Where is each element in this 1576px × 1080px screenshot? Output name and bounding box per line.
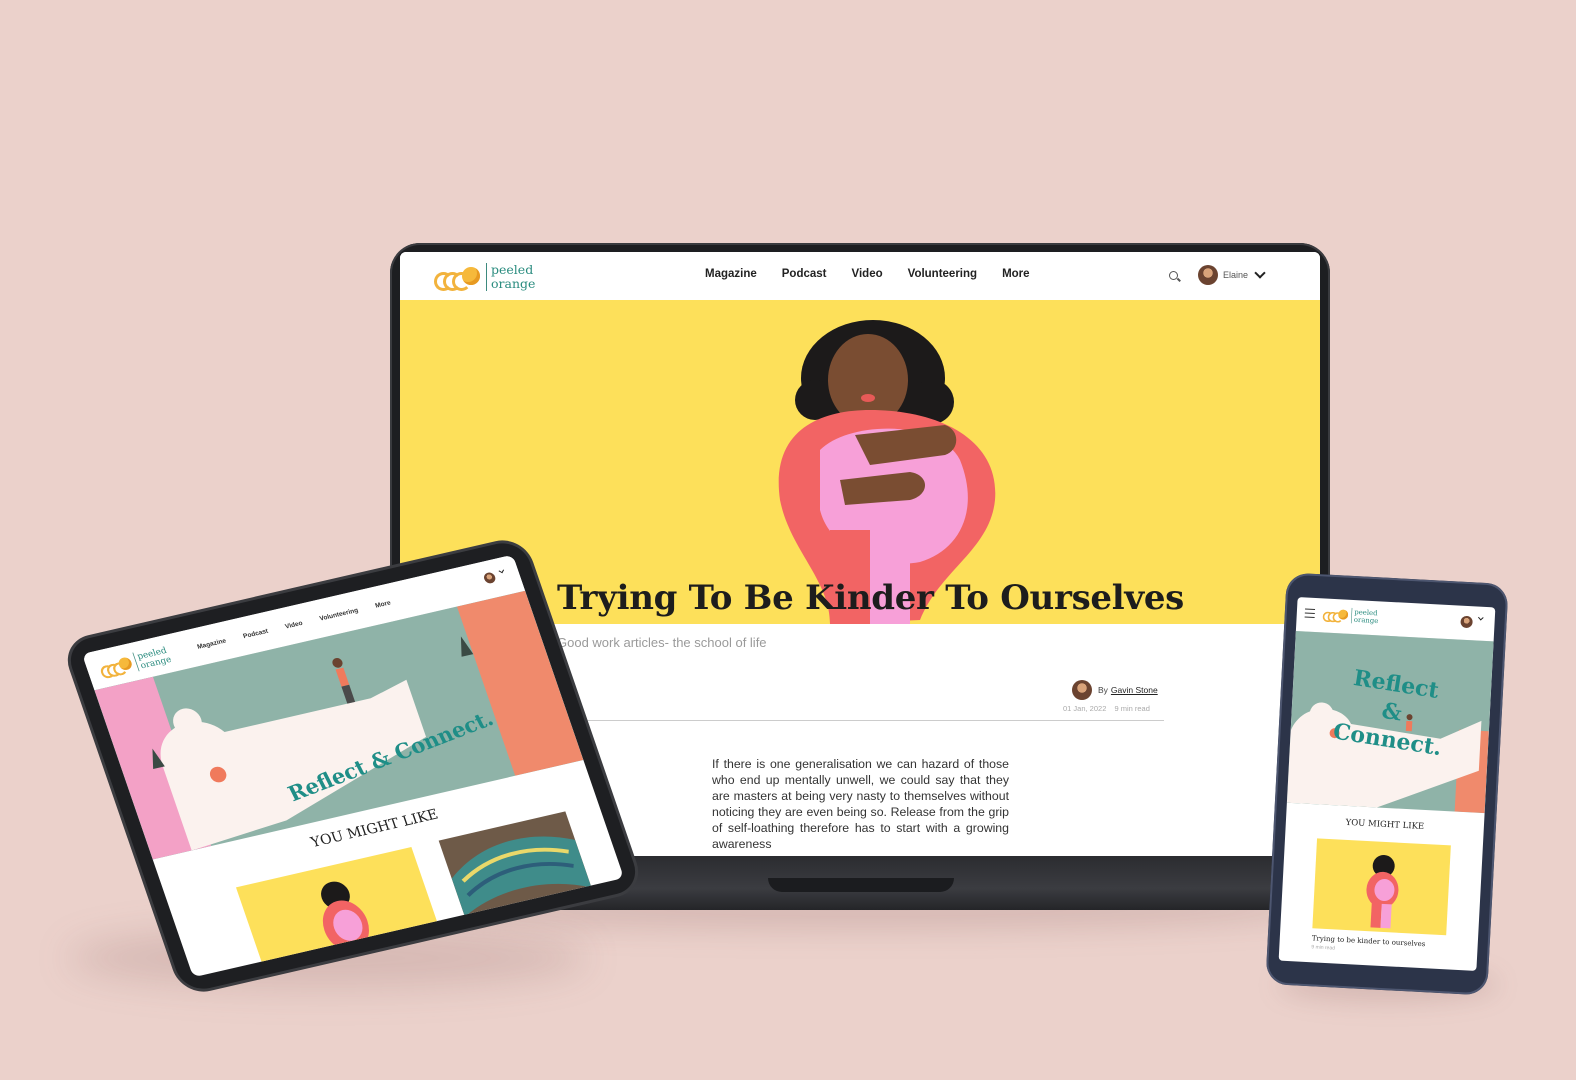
phone-brand-logo[interactable]: peeled orange: [1322, 606, 1379, 625]
menu-icon[interactable]: [1304, 608, 1316, 618]
phone-card-meta: 9 min read: [1311, 944, 1336, 952]
phone-section-heading: YOU MIGHT LIKE: [1345, 817, 1425, 832]
article-byline: By Gavin Stone: [1072, 680, 1158, 700]
nav-magazine[interactable]: Magazine: [705, 268, 757, 280]
nav-more[interactable]: More: [1002, 268, 1029, 280]
tablet-screen: peeled orange Magazine Podcast Video Vol…: [82, 554, 624, 978]
nav-video[interactable]: Video: [852, 268, 883, 280]
user-avatar[interactable]: [1197, 265, 1218, 285]
article-read-time: 9 min read: [1114, 704, 1150, 713]
desktop-navbar: peeled orange Magazine Podcast Video Vol…: [400, 252, 1320, 301]
phone-screen: peeled orange Reflect & Connect. YOU MIG…: [1278, 597, 1496, 971]
card-thumbnail: [1366, 854, 1399, 929]
orange-logo-icon: [97, 655, 134, 680]
tablet-device-wrapper: peeled orange Magazine Podcast Video Vol…: [48, 538, 643, 1008]
divider: [557, 720, 1164, 721]
main-nav: Magazine Podcast Video Volunteering More: [705, 268, 1055, 280]
user-area: Elaine: [1168, 265, 1266, 285]
tablet-nav-magazine[interactable]: Magazine: [196, 638, 227, 651]
tablet-user-avatar[interactable]: [482, 571, 497, 585]
laptop-notch: [768, 878, 954, 892]
tablet-device: peeled orange Magazine Podcast Video Vol…: [63, 538, 643, 994]
tablet-nav-more[interactable]: More: [374, 600, 391, 610]
nav-podcast[interactable]: Podcast: [782, 268, 827, 280]
tablet-nav-video[interactable]: Video: [284, 620, 303, 631]
article-title: Trying To Be Kinder To Ourselves: [557, 578, 1184, 618]
chevron-down-icon[interactable]: [498, 567, 505, 574]
card-thumbnail: [451, 836, 592, 917]
phone-article-card[interactable]: [1312, 838, 1451, 936]
orange-logo-icon: [1322, 608, 1349, 623]
by-label: By: [1098, 685, 1108, 695]
article-meta: 01 Jan, 2022 9 min read: [1063, 704, 1150, 713]
author-avatar: [1072, 680, 1092, 700]
orange-logo-icon: [434, 265, 480, 291]
phone-hero-illustration: Reflect & Connect.: [1286, 631, 1494, 814]
brand-logo[interactable]: peeled orange: [434, 263, 535, 291]
brand-line-1: peeled: [491, 262, 534, 277]
user-name[interactable]: Elaine: [1223, 270, 1248, 280]
phone-user-avatar[interactable]: [1460, 615, 1473, 629]
phone-brand-line-2: orange: [1353, 615, 1379, 625]
brand-line-2: orange: [491, 276, 536, 291]
article-date: 01 Jan, 2022: [1063, 704, 1107, 713]
tablet-nav-volunteering[interactable]: Volunteering: [319, 607, 360, 622]
phone-device: peeled orange Reflect & Connect. YOU MIG…: [1265, 572, 1509, 996]
nav-volunteering[interactable]: Volunteering: [908, 268, 977, 280]
tablet-brand-name: peeled orange: [132, 645, 173, 672]
author-link[interactable]: Gavin Stone: [1111, 685, 1158, 695]
brand-name: peeled orange: [486, 263, 535, 291]
tablet-nav-podcast[interactable]: Podcast: [242, 628, 269, 640]
search-icon[interactable]: [1168, 270, 1178, 280]
tablet-article-card-2[interactable]: [438, 811, 602, 946]
chevron-down-icon[interactable]: [1478, 614, 1484, 621]
article-body: If there is one generalisation we can ha…: [712, 757, 1009, 851]
chevron-down-icon[interactable]: [1254, 267, 1266, 279]
phone-brand-name: peeled orange: [1350, 608, 1379, 625]
